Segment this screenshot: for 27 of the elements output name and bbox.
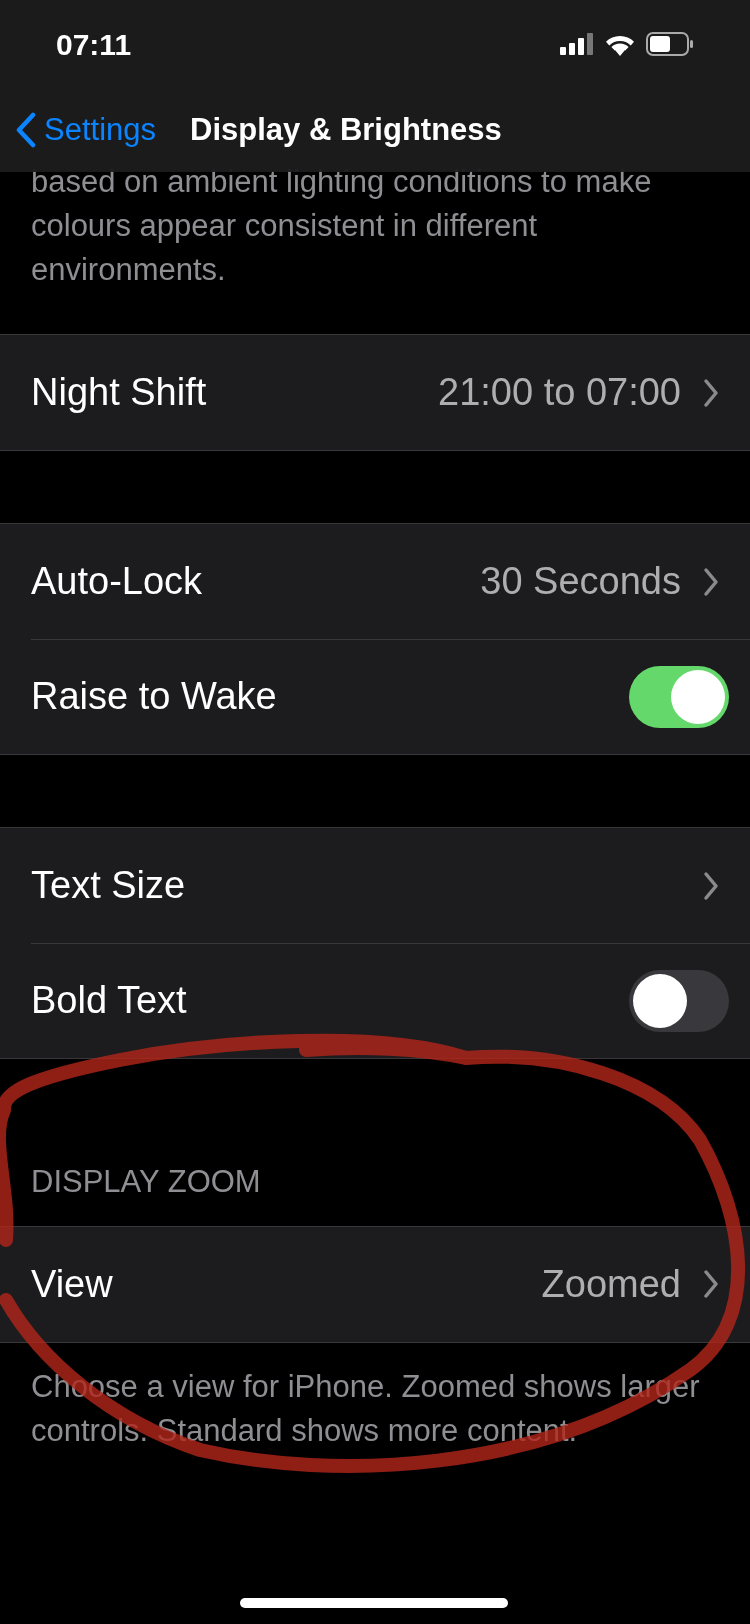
chevron-right-icon: [703, 1269, 719, 1299]
chevron-right-icon: [703, 566, 719, 597]
row-value: Zoomed: [541, 1261, 681, 1307]
chevron-right-icon: [703, 377, 719, 408]
settings-row[interactable]: Text Size: [0, 828, 750, 943]
battery-icon: [646, 32, 694, 56]
settings-row[interactable]: Raise to Wake: [0, 639, 750, 754]
row-label: Auto-Lock: [31, 559, 204, 604]
row-label: Bold Text: [31, 978, 188, 1023]
status-time: 07:11: [56, 26, 132, 63]
chevron-left-icon: [16, 112, 36, 148]
settings-row[interactable]: Night Shift 21:00 to 07:00: [0, 335, 750, 450]
description-text: based on ambient lighting conditions to make colours appear consistent in different environments.: [30, 163, 653, 289]
settings-row[interactable]: Bold Text: [0, 943, 750, 1058]
back-button[interactable]: Settings: [16, 106, 156, 154]
signal-icon: [560, 33, 594, 55]
row-label: Text Size: [31, 863, 187, 908]
screen-title: Display & Brightness: [190, 110, 502, 149]
row-value: 21:00 to 07:00: [438, 370, 681, 415]
row-label: Raise to Wake: [31, 674, 278, 719]
settings-row[interactable]: View Zoomed: [0, 1226, 750, 1342]
chevron-right-icon: [703, 870, 719, 901]
row-value: 30 Seconds: [480, 559, 681, 604]
row-label: Night Shift: [31, 370, 208, 415]
settings-row[interactable]: Auto-Lock 30 Seconds: [0, 524, 750, 639]
row-label: View: [31, 1261, 114, 1307]
section-header: DISPLAY ZOOM: [30, 1163, 262, 1201]
